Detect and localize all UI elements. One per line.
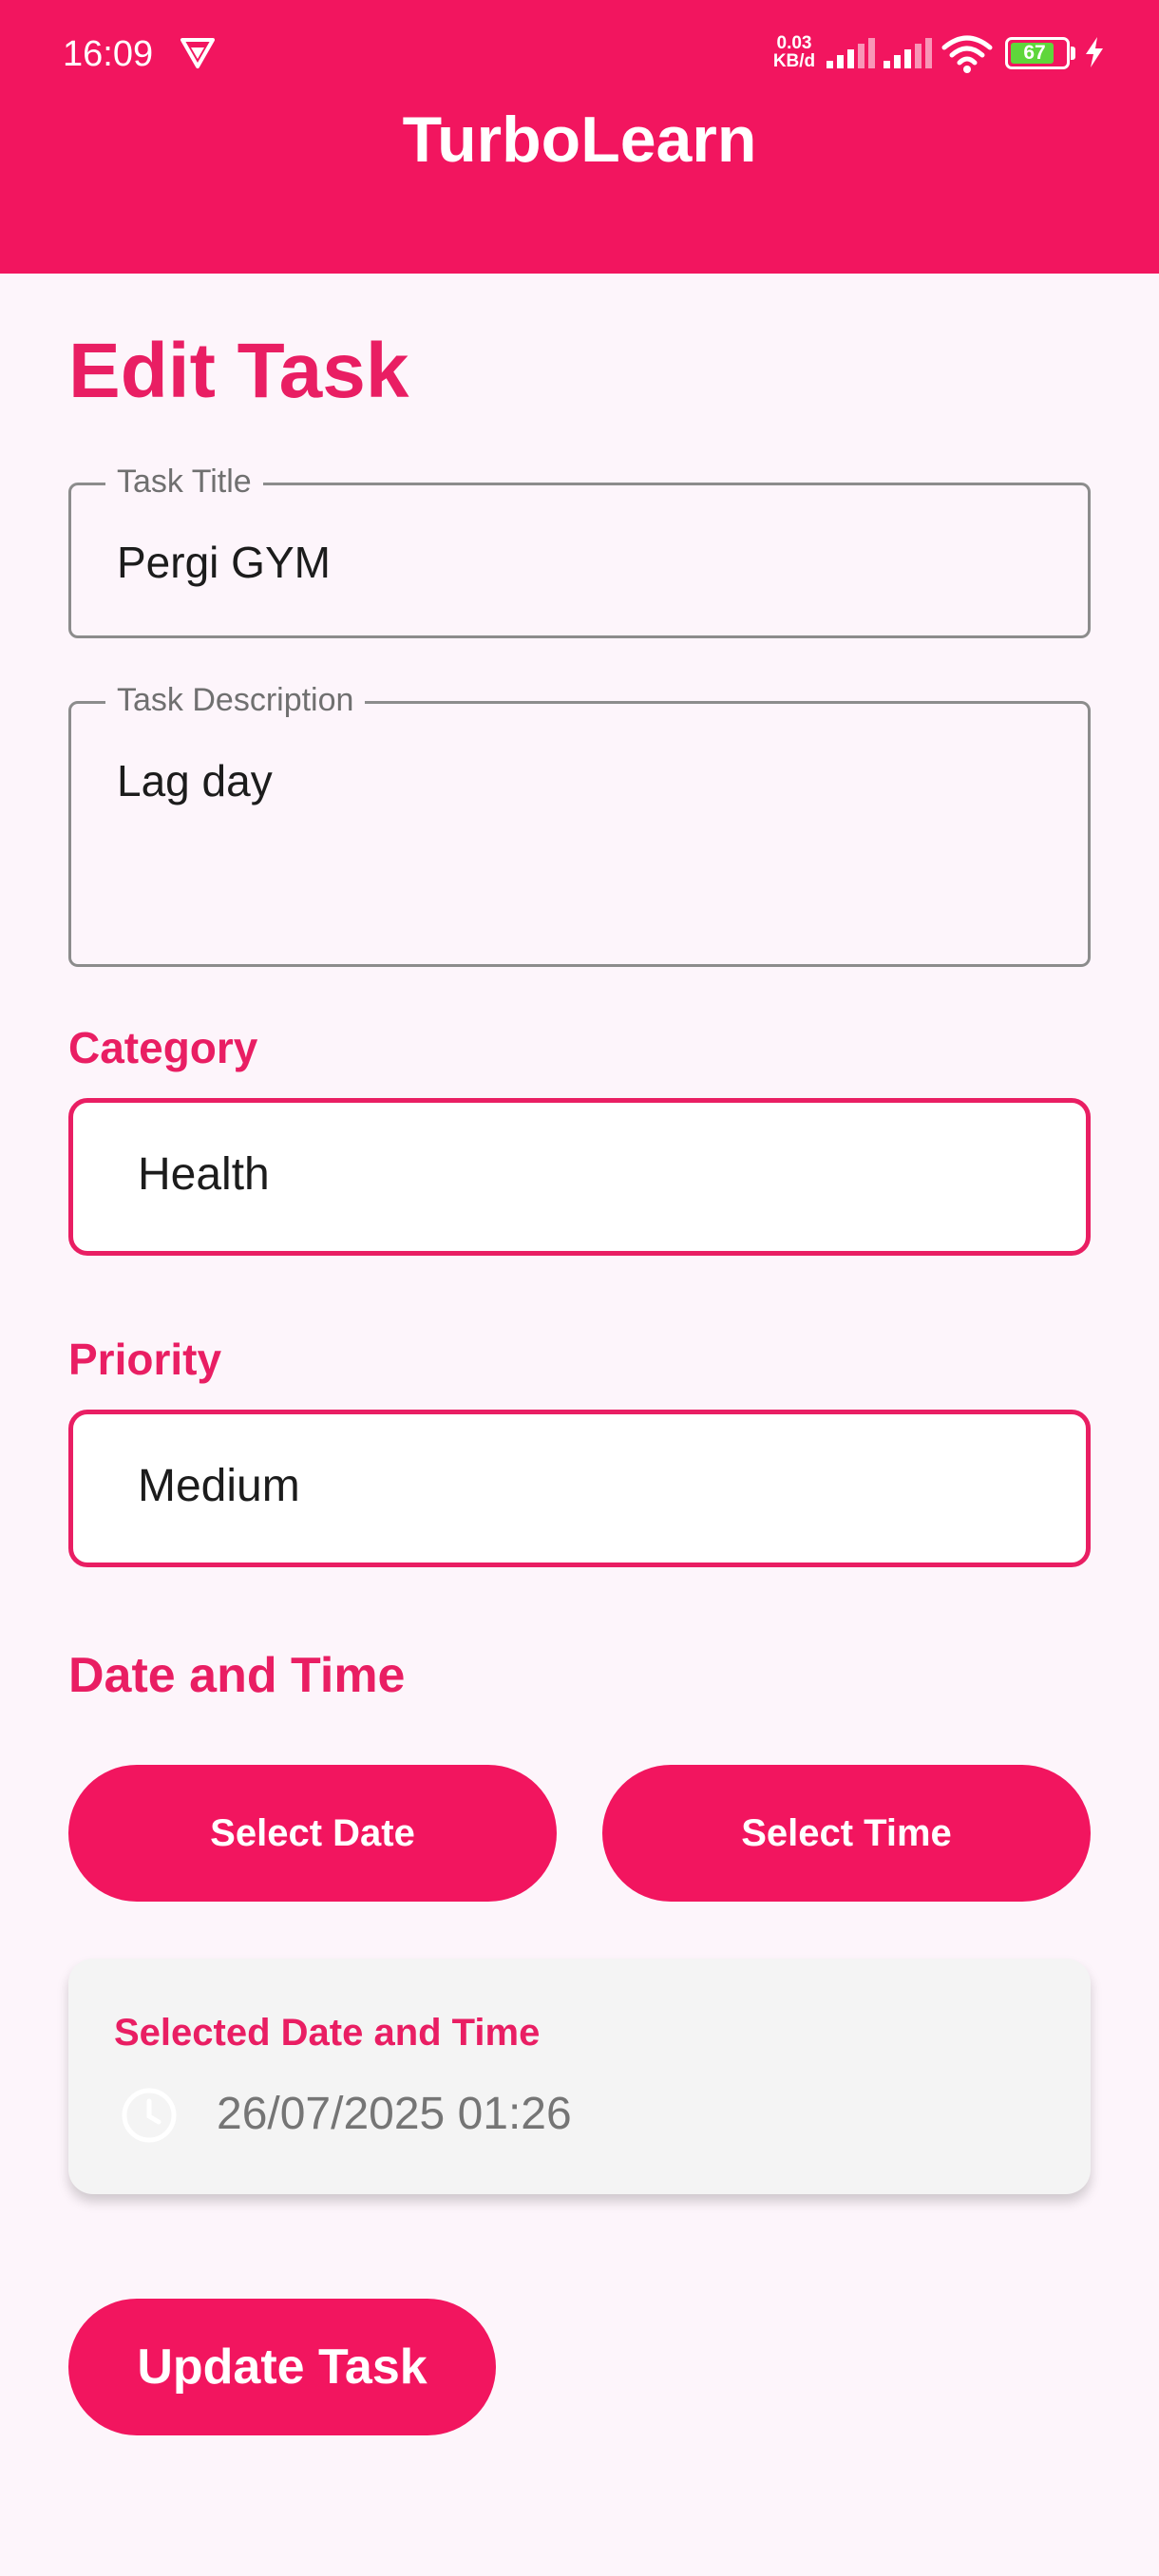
signal-icon <box>884 38 932 68</box>
app-title: TurboLearn <box>402 104 757 176</box>
app-bar: 16:09 0.03 KB/d 67 TurboLearn <box>0 0 1159 274</box>
task-description-label: Task Description <box>105 679 366 721</box>
update-task-button[interactable]: Update Task <box>68 2299 496 2435</box>
priority-label: Priority <box>68 1335 222 1384</box>
select-date-button[interactable]: Select Date <box>68 1765 557 1902</box>
task-title-field[interactable]: Task Title Pergi GYM <box>68 461 1091 638</box>
charging-bolt-icon <box>1086 37 1103 67</box>
network-speed-value: 0.03 <box>776 33 812 53</box>
status-time: 16:09 <box>63 34 154 74</box>
task-description-value: Lag day <box>117 756 273 805</box>
category-select[interactable]: Health <box>68 1098 1091 1256</box>
selected-date-time-title: Selected Date and Time <box>114 2012 541 2054</box>
task-title-label: Task Title <box>105 461 263 502</box>
network-speed: 0.03 KB/d <box>768 34 821 70</box>
select-time-button[interactable]: Select Time <box>602 1765 1091 1902</box>
vpn-shield-icon <box>180 38 215 68</box>
task-title-value: Pergi GYM <box>117 538 331 587</box>
selected-date-time-value: 26/07/2025 01:26 <box>217 2089 572 2139</box>
wifi-icon <box>941 35 993 73</box>
network-speed-unit: KB/d <box>772 51 816 71</box>
priority-value: Medium <box>138 1461 300 1511</box>
battery-icon: 67 <box>1005 37 1070 69</box>
battery-nub <box>1071 47 1075 60</box>
page-title: Edit Task <box>68 328 409 414</box>
clock-icon <box>122 2088 177 2143</box>
task-description-field[interactable]: Task Description Lag day <box>68 679 1091 967</box>
category-value: Health <box>138 1149 270 1200</box>
signal-icon <box>826 38 875 68</box>
battery-level: 67 <box>1023 42 1046 64</box>
date-time-label: Date and Time <box>68 1648 406 1703</box>
selected-date-time-card: Selected Date and Time 26/07/2025 01:26 <box>68 1959 1091 2194</box>
category-label: Category <box>68 1023 258 1072</box>
priority-select[interactable]: Medium <box>68 1410 1091 1567</box>
